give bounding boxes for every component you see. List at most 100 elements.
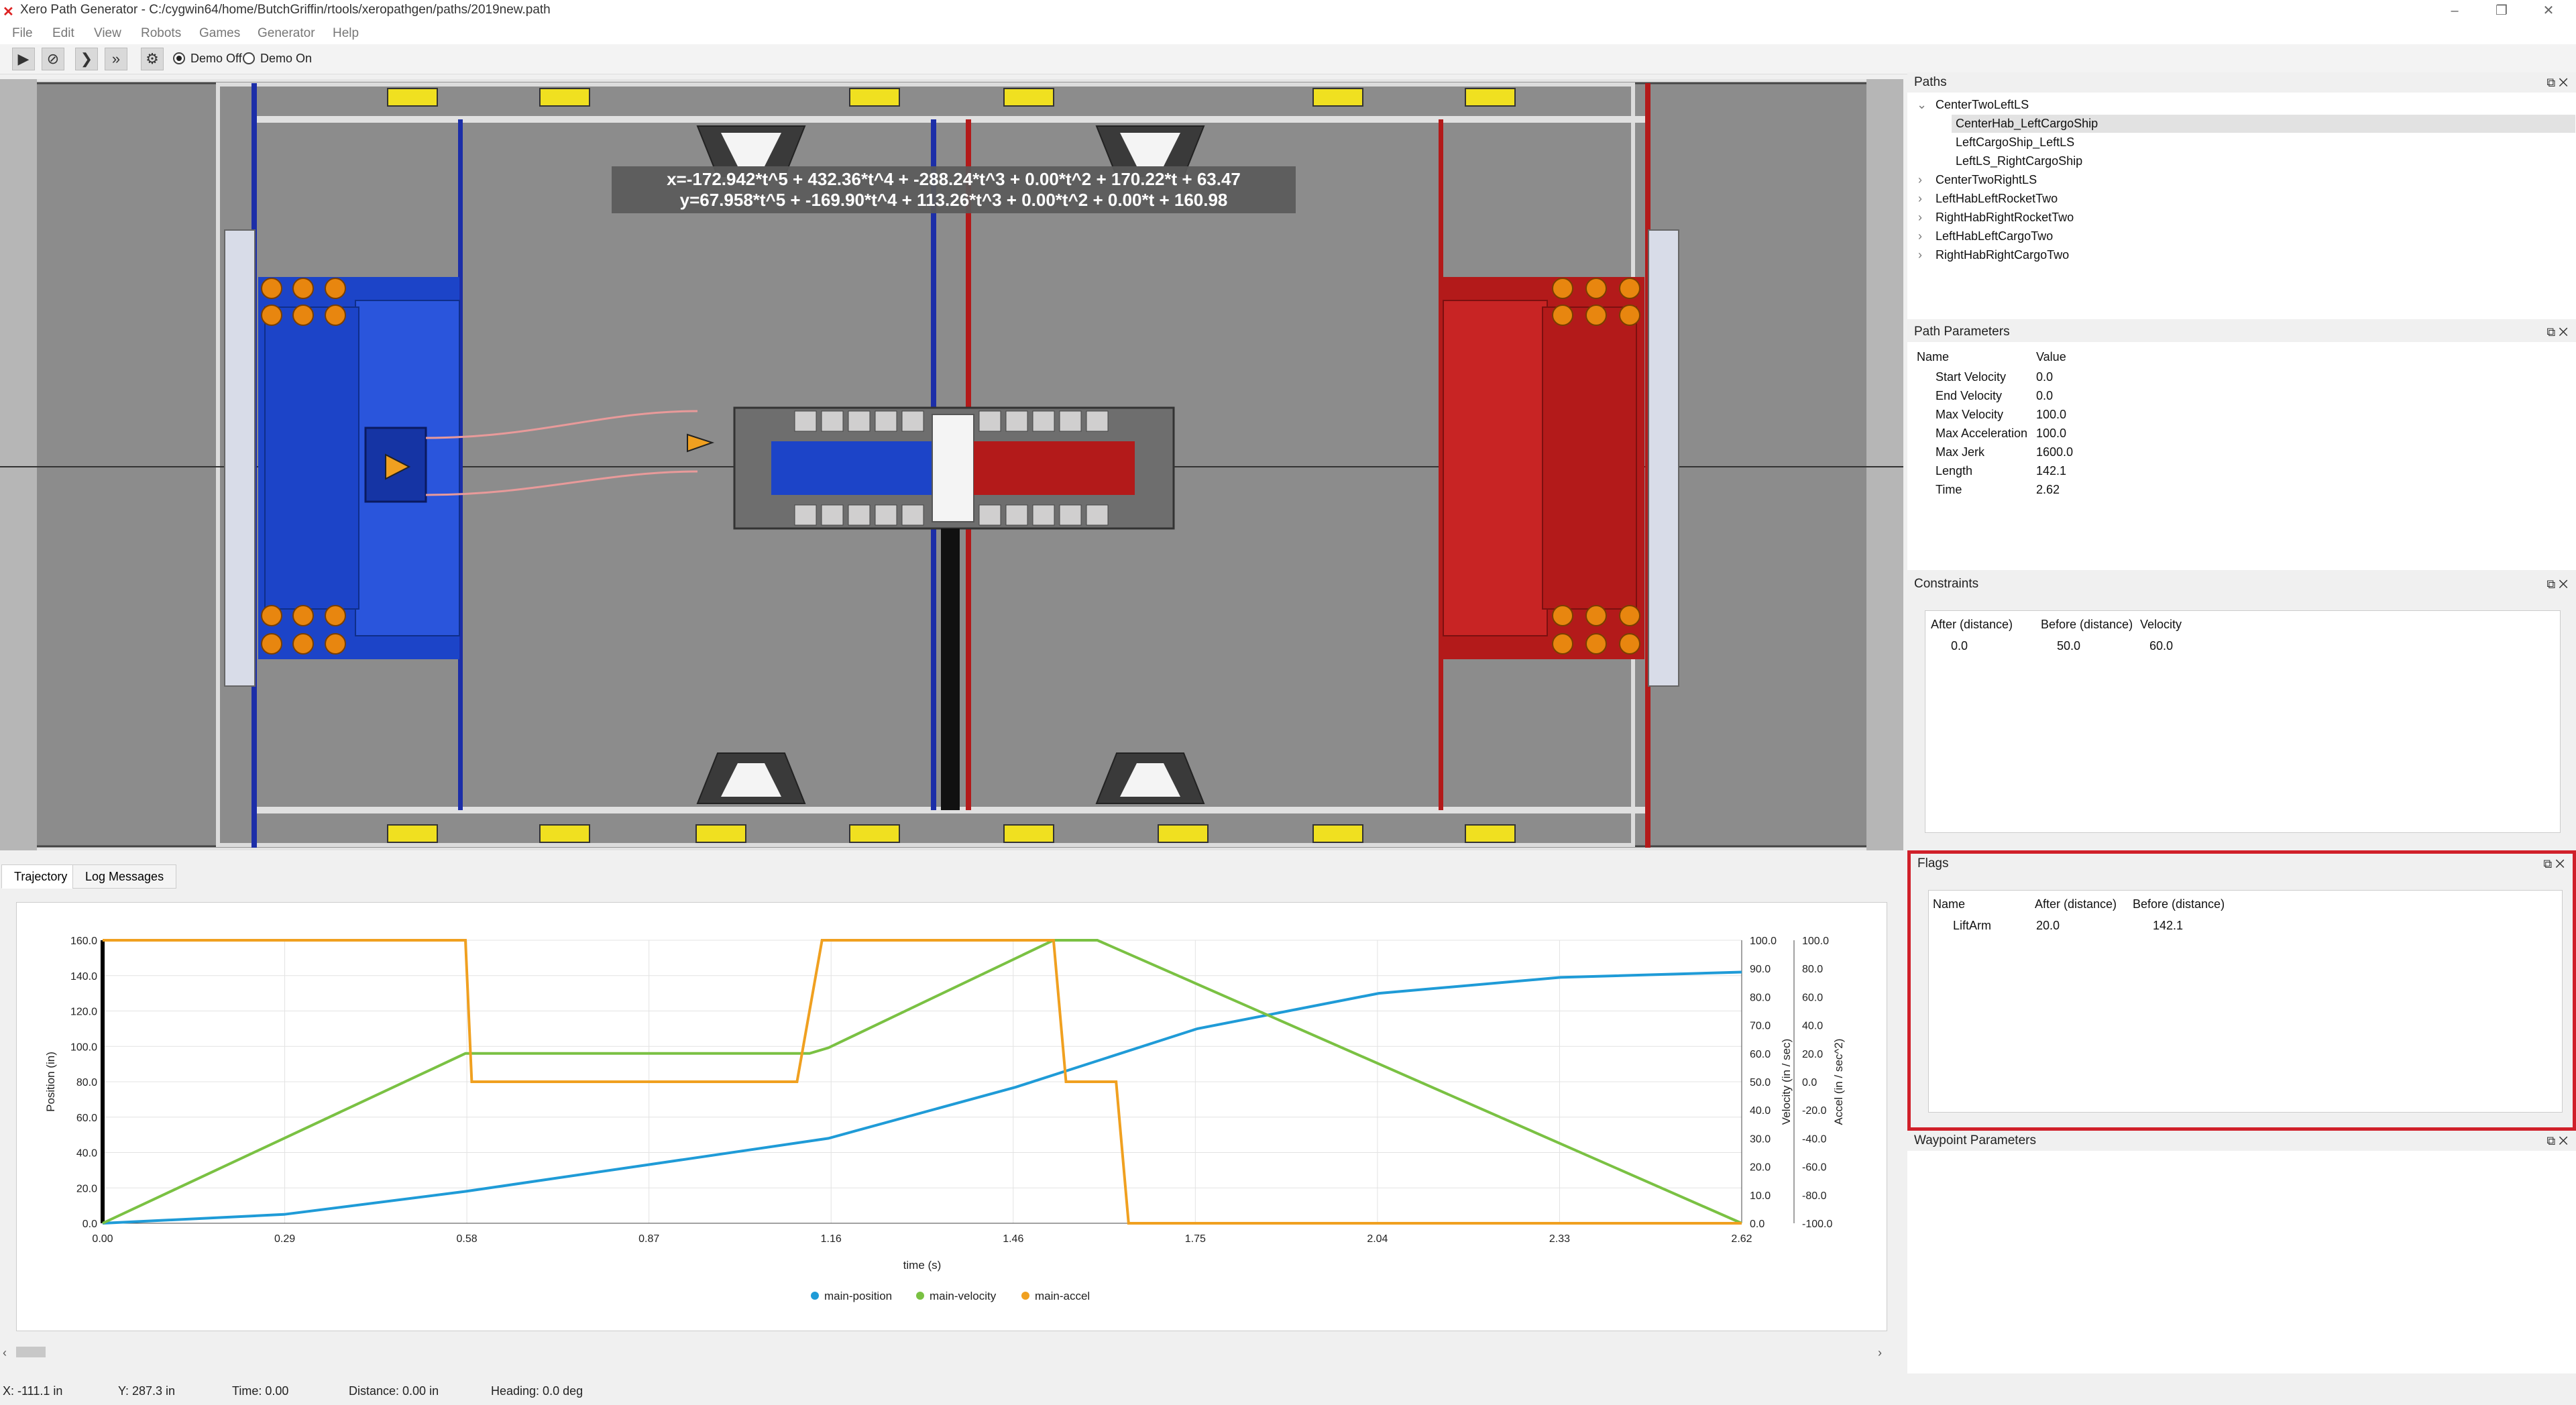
tree-item-lefthableftrockettwo[interactable]: LeftHabLeftRocketTwo [1936, 192, 2058, 206]
y-tick-label: 40.0 [1750, 1105, 1771, 1117]
y-tick-label: 30.0 [1750, 1133, 1771, 1145]
window-title: Xero Path Generator - C:/cygwin64/home/B… [20, 3, 551, 17]
x-tick-label: 1.16 [821, 1233, 842, 1245]
scroll-thumb[interactable] [16, 1347, 46, 1357]
tree-item-leftcargoship-leftls[interactable]: LeftCargoShip_LeftLS [1956, 135, 2074, 150]
tab-log-messages[interactable]: Log Messages [72, 864, 177, 889]
legend-marker [916, 1292, 924, 1300]
chevron-down-icon[interactable]: ⌄ [1917, 98, 1927, 112]
y-tick-label: 40.0 [76, 1148, 97, 1160]
x-axis-label: time (s) [903, 1259, 942, 1272]
param-name: Time [1936, 483, 1962, 496]
menu-file[interactable]: File [12, 26, 33, 41]
chevron-right-icon[interactable]: › [1918, 211, 1922, 225]
chevron-right-icon[interactable]: › [1918, 248, 1922, 262]
status-x: X: -111.1 in [3, 1384, 63, 1398]
minimize-button[interactable]: – [2434, 1, 2475, 20]
y-tick-label: -60.0 [1802, 1162, 1827, 1174]
panel-float-close-icon[interactable]: ⧉ ✕ [2546, 72, 2568, 93]
tree-item-righthabrightcargotwo[interactable]: RightHabRightCargoTwo [1936, 248, 2069, 262]
panel-float-close-icon[interactable]: ⧉ ✕ [2546, 574, 2568, 594]
y-tick-label: 80.0 [76, 1077, 97, 1088]
play-icon[interactable]: ▶ [12, 48, 35, 70]
menu-generator[interactable]: Generator [258, 26, 315, 41]
status-bar: X: -111.1 in Y: 287.3 in Time: 0.00 Dist… [0, 1378, 2576, 1405]
tree-item-centerhab-leftcargoship[interactable]: CenterHab_LeftCargoShip [1956, 117, 2098, 131]
axis-label: Position (in) [44, 1052, 57, 1112]
step-icon[interactable]: ❯ [75, 48, 98, 70]
trajectory-chart: 0.00 0.29 0.58 0.87 1.16 1.46 1.75 2.04 2.33 2.62… [16, 902, 1887, 1331]
stop-icon[interactable]: ⊘ [42, 48, 64, 70]
flag-name-value[interactable]: LiftArm [1953, 919, 1991, 933]
flags-table[interactable]: Name After (distance) Before (distance) … [1928, 890, 2563, 1113]
panel-float-close-icon[interactable]: ⧉ ✕ [2546, 1131, 2568, 1151]
y-tick-label: 100.0 [1802, 936, 1829, 947]
tree-item-righthabrightrockettwo[interactable]: RightHabRightRocketTwo [1936, 211, 2074, 225]
chevron-right-icon[interactable]: › [1918, 229, 1922, 243]
column-header-before: Before (distance) [2041, 618, 2133, 631]
constraints-title: Constraints [1907, 574, 2576, 594]
tree-item-lefthableftcargotwo[interactable]: LeftHabLeftCargoTwo [1936, 229, 2053, 243]
chevron-right-icon[interactable]: › [1918, 173, 1922, 187]
maximize-button[interactable]: ❐ [2481, 1, 2522, 20]
settings-icon[interactable]: ⚙ [141, 48, 164, 70]
status-distance: Distance: 0.00 in [349, 1384, 439, 1398]
flag-after-value[interactable]: 20.0 [2036, 919, 2060, 933]
y-tick-label: -40.0 [1802, 1133, 1827, 1145]
y-tick-label: 0.0 [82, 1219, 97, 1230]
legend-label: main-accel [1035, 1290, 1090, 1302]
constraints-table[interactable]: After (distance) Before (distance) Veloc… [1925, 610, 2561, 833]
chevron-right-icon[interactable]: › [1918, 192, 1922, 206]
x-tick-label: 2.04 [1367, 1233, 1388, 1245]
equation-x: x=-172.942*t^5 + 432.36*t^4 + -288.24*t^… [667, 169, 1241, 189]
horizontal-scrollbar[interactable]: ‹ › [0, 1343, 1893, 1361]
demo-off-radio[interactable] [173, 52, 185, 64]
menu-help[interactable]: Help [333, 26, 359, 41]
y-tick-label: 140.0 [70, 971, 97, 982]
constraints-panel: Constraints ⧉ ✕ After (distance) Before … [1907, 574, 2576, 842]
menu-games[interactable]: Games [199, 26, 240, 41]
trajectory-equation: x=-172.942*t^5 + 432.36*t^4 + -288.24*t^… [612, 166, 1296, 213]
y-tick-label: 70.0 [1750, 1021, 1771, 1032]
demo-on-radio[interactable] [243, 52, 255, 64]
param-value[interactable]: 0.0 [2036, 370, 2053, 384]
field-view[interactable]: x=-172.942*t^5 + 432.36*t^4 + -288.24*t^… [0, 79, 1903, 850]
param-name: Start Velocity [1936, 370, 2007, 384]
param-value[interactable]: 1600.0 [2036, 445, 2073, 459]
panel-float-close-icon[interactable]: ⧉ ✕ [2543, 854, 2565, 874]
menu-view[interactable]: View [94, 26, 121, 41]
y-tick-label: 60.0 [1802, 992, 1823, 1003]
tree-item-leftls-rightcargoship[interactable]: LeftLS_RightCargoShip [1956, 154, 2082, 168]
y-tick-label: 90.0 [1750, 964, 1771, 975]
y-tick-label: -100.0 [1802, 1219, 1832, 1230]
column-header-after: After (distance) [2035, 897, 2117, 911]
menu-edit[interactable]: Edit [52, 26, 74, 41]
legend-marker [811, 1292, 819, 1300]
scroll-right-icon[interactable]: › [1878, 1346, 1882, 1360]
constraint-before-value[interactable]: 50.0 [2057, 639, 2080, 653]
y-tick-label: -80.0 [1802, 1190, 1827, 1202]
scroll-left-icon[interactable]: ‹ [3, 1346, 7, 1360]
close-button[interactable]: ✕ [2528, 1, 2569, 20]
column-header-after: After (distance) [1931, 618, 2013, 631]
tree-item-centertwoleftls[interactable]: CenterTwoLeftLS [1936, 98, 2029, 112]
param-value: 142.1 [2036, 464, 2067, 477]
y-tick-label: 0.0 [1750, 1219, 1765, 1230]
flag-before-value[interactable]: 142.1 [2153, 919, 2183, 933]
tab-trajectory[interactable]: Trajectory [1, 864, 80, 889]
status-y: Y: 287.3 in [118, 1384, 176, 1398]
panel-float-close-icon[interactable]: ⧉ ✕ [2546, 322, 2568, 342]
constraint-velocity-value[interactable]: 60.0 [2149, 639, 2173, 653]
y-tick-label: 20.0 [1750, 1162, 1771, 1174]
menu-robots[interactable]: Robots [141, 26, 181, 41]
param-value[interactable]: 100.0 [2036, 427, 2066, 441]
x-tick-label: 1.75 [1185, 1233, 1206, 1245]
column-header-before: Before (distance) [2133, 897, 2225, 911]
fast-forward-icon[interactable]: » [105, 48, 127, 70]
param-value[interactable]: 100.0 [2036, 408, 2066, 422]
y-tick-label: 120.0 [70, 1007, 97, 1018]
tree-item-centertworightls[interactable]: CenterTwoRightLS [1936, 173, 2037, 187]
status-heading: Heading: 0.0 deg [491, 1384, 583, 1398]
param-value[interactable]: 0.0 [2036, 389, 2053, 403]
constraint-after-value[interactable]: 0.0 [1951, 639, 1968, 653]
